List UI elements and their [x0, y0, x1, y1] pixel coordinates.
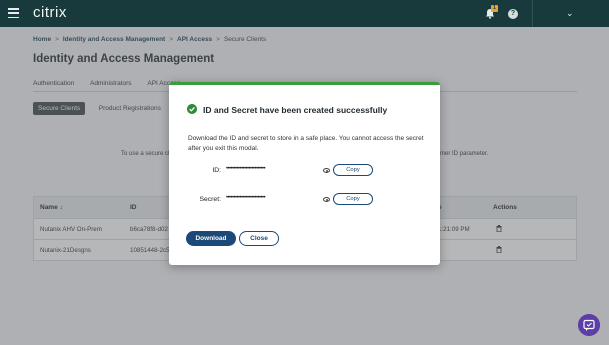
chat-icon[interactable]	[578, 314, 600, 336]
top-navigation-bar: citrix 1 ? ⌄	[0, 0, 609, 27]
topbar-divider	[532, 0, 533, 27]
secret-label: Secret:	[199, 196, 221, 203]
eye-icon[interactable]	[323, 168, 330, 173]
id-label: ID:	[212, 167, 221, 174]
notification-badge: 1	[491, 5, 498, 12]
credentials-modal: ID and Secret have been created successf…	[169, 82, 440, 265]
copy-secret-button[interactable]: Copy	[333, 193, 373, 205]
close-button[interactable]: Close	[239, 231, 279, 246]
copy-id-button[interactable]: Copy	[333, 164, 373, 176]
modal-title: ID and Secret have been created successf…	[203, 105, 388, 115]
id-value: ••••••••••••••••••••••••••	[226, 166, 266, 172]
modal-accent-bar	[169, 82, 440, 85]
check-circle-icon	[187, 104, 197, 114]
account-chevron-icon[interactable]: ⌄	[566, 8, 574, 19]
modal-description: Download the ID and secret to store in a…	[188, 135, 424, 152]
secret-value: ••••••••••••••••••••••••••	[226, 195, 266, 201]
menu-icon[interactable]	[8, 8, 19, 19]
download-button[interactable]: Download	[186, 231, 236, 246]
brand-logo: citrix	[33, 4, 67, 21]
help-icon[interactable]: ?	[508, 9, 518, 19]
eye-icon[interactable]	[323, 197, 330, 202]
